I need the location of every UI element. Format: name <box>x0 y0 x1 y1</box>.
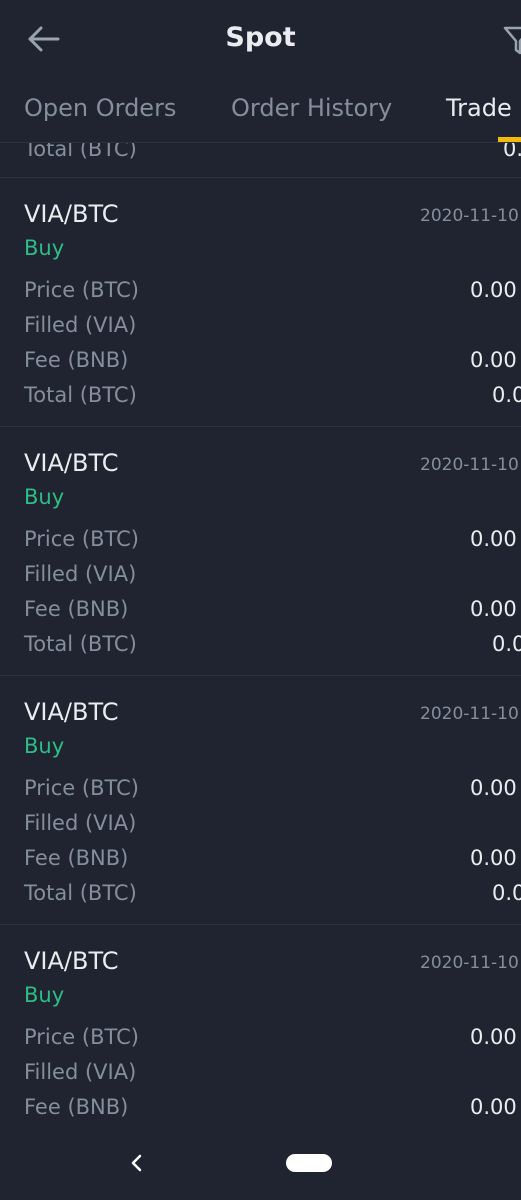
fee-label: Fee (BNB) <box>24 597 129 621</box>
trade-date: 2020-11-10 <box>420 206 519 226</box>
nav-back-icon[interactable] <box>128 1152 146 1174</box>
spot-trade-history-screen: Spot Open Orders Order History Trade His… <box>0 0 521 1200</box>
trade-pair: VIA/BTC <box>24 947 119 975</box>
tab-trade-history[interactable]: Trade History <box>446 94 521 122</box>
trade-list[interactable]: Total (BTC) 0. VIA/BTC 2020-11-10 Buy Pr… <box>0 143 521 1143</box>
system-nav-bar <box>0 1143 521 1200</box>
fee-label: Fee (BNB) <box>24 348 129 372</box>
page-title: Spot <box>225 22 296 53</box>
trade-pair: VIA/BTC <box>24 449 119 477</box>
price-value: 0.00 <box>470 1025 517 1049</box>
trade-card[interactable]: VIA/BTC 2020-11-10 Buy Price (BTC) 0.00 … <box>0 925 521 1143</box>
fee-label: Fee (BNB) <box>24 846 129 870</box>
trade-pair: VIA/BTC <box>24 200 119 228</box>
app-header: Spot <box>0 0 521 84</box>
tab-open-orders[interactable]: Open Orders <box>24 94 176 122</box>
total-label: Total (BTC) <box>24 143 137 161</box>
fee-value: 0.00 <box>470 597 517 621</box>
home-pill-icon[interactable] <box>286 1154 332 1172</box>
fee-value: 0.00 <box>470 846 517 870</box>
price-label: Price (BTC) <box>24 527 139 551</box>
filter-icon[interactable] <box>503 24 521 56</box>
trade-pair: VIA/BTC <box>24 698 119 726</box>
total-value: 0.0 <box>492 632 521 656</box>
trade-card[interactable]: VIA/BTC 2020-11-10 Buy Price (BTC) 0.00 … <box>0 427 521 676</box>
trade-card-previous: Total (BTC) 0. <box>0 143 521 178</box>
trade-date: 2020-11-10 <box>420 704 519 724</box>
price-label: Price (BTC) <box>24 1025 139 1049</box>
trade-side: Buy <box>24 734 65 758</box>
total-value: 0. <box>503 143 521 161</box>
price-value: 0.00 <box>470 776 517 800</box>
trade-side: Buy <box>24 983 65 1007</box>
trade-side: Buy <box>24 485 65 509</box>
trade-date: 2020-11-10 <box>420 953 519 973</box>
fee-value: 0.00 <box>470 1095 517 1119</box>
fee-value: 0.00 <box>470 348 517 372</box>
filled-label: Filled (VIA) <box>24 562 137 586</box>
order-tabs: Open Orders Order History Trade History <box>0 84 521 143</box>
trade-side: Buy <box>24 236 65 260</box>
total-label: Total (BTC) <box>24 632 137 656</box>
trade-card[interactable]: VIA/BTC 2020-11-10 Buy Price (BTC) 0.00 … <box>0 676 521 925</box>
total-value: 0.0 <box>492 383 521 407</box>
price-value: 0.00 <box>470 527 517 551</box>
fee-label: Fee (BNB) <box>24 1095 129 1119</box>
filled-label: Filled (VIA) <box>24 313 137 337</box>
filled-label: Filled (VIA) <box>24 811 137 835</box>
price-label: Price (BTC) <box>24 776 139 800</box>
active-tab-indicator <box>498 137 521 142</box>
total-label: Total (BTC) <box>24 383 137 407</box>
total-label: Total (BTC) <box>24 881 137 905</box>
total-value: 0.0 <box>492 881 521 905</box>
price-label: Price (BTC) <box>24 278 139 302</box>
trade-date: 2020-11-10 <box>420 455 519 475</box>
trade-card[interactable]: VIA/BTC 2020-11-10 Buy Price (BTC) 0.00 … <box>0 178 521 427</box>
price-value: 0.00 <box>470 278 517 302</box>
filled-label: Filled (VIA) <box>24 1060 137 1084</box>
tab-order-history[interactable]: Order History <box>231 94 392 122</box>
